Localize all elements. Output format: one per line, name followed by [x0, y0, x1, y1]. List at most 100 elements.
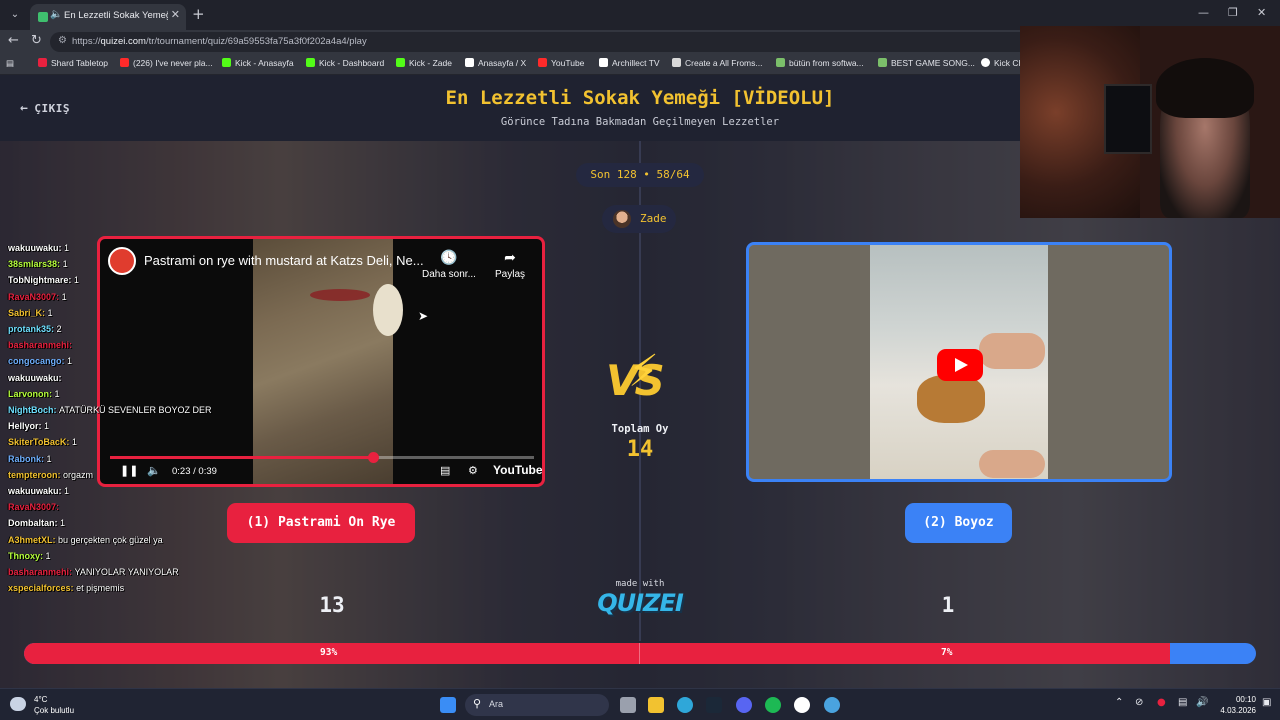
chat-username[interactable]: basharanmehi:: [8, 567, 72, 577]
chat-username[interactable]: tempteroon:: [8, 470, 61, 480]
edge-icon[interactable]: [677, 697, 693, 713]
chat-username[interactable]: 38smlars38:: [8, 259, 60, 269]
share-button[interactable]: ➦ Paylaş: [495, 249, 525, 280]
share-label: Paylaş: [495, 269, 526, 280]
video-title[interactable]: Pastrami on rye with mustard at Katzs De…: [144, 253, 424, 268]
chat-username[interactable]: wakuuwaku:: [8, 373, 62, 383]
left-percent: 93%: [320, 647, 338, 658]
microphone-icon[interactable]: ●: [1157, 697, 1166, 708]
video-scrubber-handle[interactable]: [367, 452, 379, 463]
vs-emblem: VS ⚡: [606, 346, 676, 410]
spotify-icon[interactable]: [765, 697, 781, 713]
reload-icon[interactable]: ↻: [31, 33, 42, 48]
subtitles-icon[interactable]: ▤: [440, 464, 450, 477]
tab-close-icon[interactable]: ✕: [171, 8, 180, 21]
task-view-icon[interactable]: [620, 697, 636, 713]
chat-username[interactable]: SkiterToBacK:: [8, 437, 69, 447]
bookmark-item[interactable]: BEST GAME SONG...: [878, 58, 975, 68]
made-with-label: made with: [615, 579, 665, 589]
chat-username[interactable]: congocango:: [8, 356, 65, 366]
youtube-logo[interactable]: YouTube: [493, 463, 542, 477]
chat-username[interactable]: Rabonk:: [8, 454, 44, 464]
chat-username[interactable]: NightBoch:: [8, 405, 57, 415]
bookmark-item[interactable]: Shard Tabletop: [38, 58, 108, 68]
volume-icon[interactable]: 🔈: [147, 464, 161, 477]
tab-list-icon[interactable]: ⌄: [6, 6, 24, 24]
right-video-card[interactable]: [746, 242, 1172, 482]
chat-message: xspecialforces: et pişmemis: [8, 583, 124, 593]
chat-message: protank35: 2: [8, 324, 62, 334]
cloud-icon: [10, 697, 26, 711]
chat-text: 1: [71, 437, 77, 448]
chat-username[interactable]: protank35:: [8, 324, 54, 334]
globe-icon: [981, 58, 990, 67]
chat-text: 1: [64, 486, 70, 496]
url-field[interactable]: ⚙ https://quizei.com/tr/tournament/quiz/…: [50, 32, 1050, 52]
bookmarks-icon[interactable]: ▤: [6, 58, 14, 69]
bookmark-item[interactable]: Anasayfa / X: [465, 58, 526, 68]
quizei-logo[interactable]: QUIZEI: [580, 589, 700, 617]
window-close-icon[interactable]: ✕: [1257, 6, 1266, 19]
chat-text: YANIYOLAR YANIYOLAR: [74, 567, 179, 577]
chat-username[interactable]: Hellyor:: [8, 421, 42, 431]
channel-avatar[interactable]: [108, 247, 136, 275]
chat-message: wakuuwaku:: [8, 373, 62, 383]
left-video-card[interactable]: Pastrami on rye with mustard at Katzs De…: [97, 236, 545, 487]
start-icon[interactable]: [440, 697, 456, 713]
bookmark-item[interactable]: Archillect TV: [599, 58, 660, 68]
app-icon[interactable]: [824, 697, 840, 713]
unreal-icon[interactable]: [794, 697, 810, 713]
bookmark-item[interactable]: Create a All Froms...: [672, 58, 762, 68]
url-text: https://quizei.com/tr/tournament/quiz/69…: [72, 36, 367, 47]
chat-username[interactable]: Larvonon:: [8, 389, 52, 399]
chat-username[interactable]: basharanmehi:: [8, 340, 72, 350]
file-explorer-icon[interactable]: [648, 697, 664, 713]
video-thumbnail-detail: [979, 450, 1045, 478]
video-progress-bar[interactable]: [110, 452, 534, 463]
play-icon[interactable]: [937, 349, 983, 381]
video-thumbnail-detail: [917, 375, 985, 423]
chat-username[interactable]: TobNightmare:: [8, 275, 71, 285]
vote-result-left-fill: [24, 643, 1170, 664]
tab-audio-icon[interactable]: 🔈: [50, 9, 62, 20]
notifications-icon[interactable]: ▣: [1262, 697, 1271, 708]
tray-chevron-icon[interactable]: ⌃: [1115, 697, 1123, 708]
bookmark-item[interactable]: Kick Ch: [981, 58, 1023, 68]
pause-icon[interactable]: ❚❚: [120, 464, 138, 477]
chat-username[interactable]: Sabri_K:: [8, 308, 45, 318]
back-icon[interactable]: ←: [8, 33, 19, 48]
bookmark-item[interactable]: Kick - Dashboard: [306, 58, 384, 68]
chat-username[interactable]: xspecialforces:: [8, 583, 74, 593]
bookmark-item[interactable]: Kick - Anasayfa: [222, 58, 294, 68]
minimize-icon[interactable]: —: [1198, 6, 1209, 19]
browser-tab[interactable]: 🔈 En Lezzetli Sokak Yemeği [VİDEOLU] ✕: [30, 4, 186, 30]
bookmark-item[interactable]: YouTube: [538, 58, 584, 68]
chat-username[interactable]: Dombaltan:: [8, 518, 58, 528]
chat-username[interactable]: Thnoxy:: [8, 551, 43, 561]
chat-text: 1: [47, 307, 53, 318]
bookmark-item[interactable]: Kick - Zade: [396, 58, 452, 68]
steam-icon[interactable]: [706, 697, 722, 713]
taskbar-search[interactable]: ⚲ Ara: [465, 694, 609, 716]
kick-icon: [222, 58, 231, 67]
taskbar-clock[interactable]: 00:10 4.03.2026: [1216, 694, 1256, 716]
choice-left-button[interactable]: (1) Pastrami On Rye: [227, 503, 415, 543]
network-off-icon[interactable]: ⊘: [1135, 697, 1143, 708]
restore-icon[interactable]: ❐: [1228, 6, 1238, 19]
choice-right-button[interactable]: (2) Boyoz: [905, 503, 1012, 543]
chat-username[interactable]: wakuuwaku:: [8, 243, 62, 253]
bookmark-icon: [776, 58, 785, 67]
speaker-icon[interactable]: 🔊: [1196, 697, 1208, 708]
watch-later-button[interactable]: 🕓 Daha sonr...: [422, 249, 476, 280]
bookmark-item[interactable]: (226) I've never pla...: [120, 58, 213, 68]
new-tab-icon[interactable]: +: [192, 5, 205, 23]
chat-username[interactable]: RavaN3007:: [8, 292, 59, 302]
chat-username[interactable]: A3hmetXL:: [8, 535, 56, 545]
discord-icon[interactable]: [736, 697, 752, 713]
wifi-icon[interactable]: ▤: [1178, 697, 1187, 708]
bookmark-item[interactable]: bütün from softwa...: [776, 58, 864, 68]
chat-username[interactable]: RavaN3007:: [8, 502, 59, 512]
chat-username[interactable]: wakuuwaku:: [8, 486, 62, 496]
site-info-icon[interactable]: ⚙: [58, 35, 67, 46]
settings-icon[interactable]: ⚙: [468, 464, 478, 477]
